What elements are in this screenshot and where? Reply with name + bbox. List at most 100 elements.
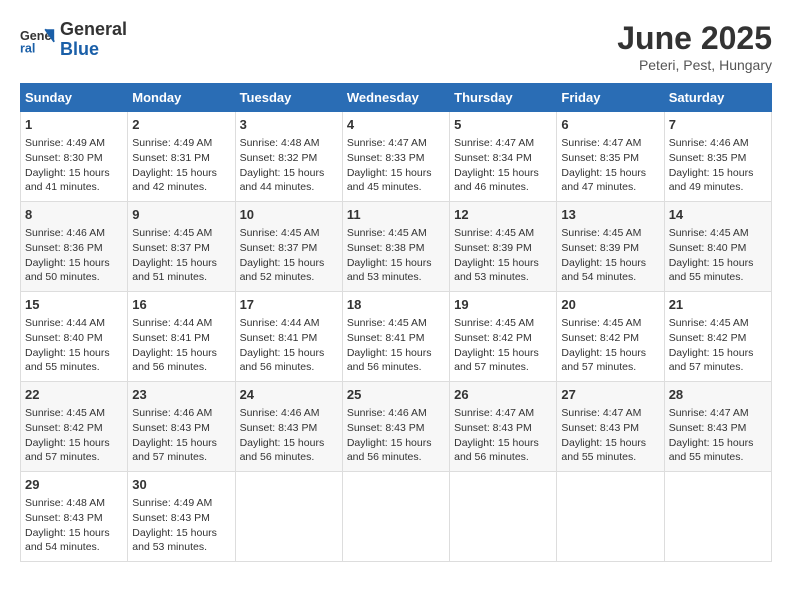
day-number: 4: [347, 116, 445, 134]
day-info: Sunset: 8:34 PM: [454, 151, 552, 166]
day-info: Sunset: 8:43 PM: [132, 511, 230, 526]
day-number: 22: [25, 386, 123, 404]
svg-text:ral: ral: [20, 41, 35, 55]
day-info: and 56 minutes.: [132, 360, 230, 375]
day-info: Sunrise: 4:47 AM: [454, 136, 552, 151]
day-info: and 42 minutes.: [132, 180, 230, 195]
calendar-cell: 22 Sunrise: 4:45 AMSunset: 8:42 PMDayligh…: [21, 382, 128, 472]
day-info: Daylight: 15 hours: [561, 436, 659, 451]
calendar-cell: [664, 472, 771, 562]
title-block: June 2025 Peteri, Pest, Hungary: [617, 20, 772, 73]
day-info: Daylight: 15 hours: [561, 256, 659, 271]
calendar-week-0: 1Sunrise: 4:49 AMSunset: 8:30 PMDaylight…: [21, 112, 772, 202]
day-info: Sunrise: 4:45 AM: [669, 316, 767, 331]
logo-line2: Blue: [60, 40, 127, 60]
calendar-cell: 10Sunrise: 4:45 AMSunset: 8:37 PMDayligh…: [235, 202, 342, 292]
day-info: Daylight: 15 hours: [240, 256, 338, 271]
day-info: Sunset: 8:41 PM: [240, 331, 338, 346]
day-info: Sunset: 8:39 PM: [561, 241, 659, 256]
day-info: Daylight: 15 hours: [25, 166, 123, 181]
day-info: and 53 minutes.: [347, 270, 445, 285]
day-info: and 56 minutes.: [347, 360, 445, 375]
day-info: Sunset: 8:42 PM: [669, 331, 767, 346]
day-info: Daylight: 15 hours: [454, 166, 552, 181]
col-thursday: Thursday: [450, 84, 557, 112]
day-info: Daylight: 15 hours: [561, 166, 659, 181]
day-info: Daylight: 15 hours: [561, 346, 659, 361]
day-number: 26: [454, 386, 552, 404]
day-info: Sunrise: 4:44 AM: [132, 316, 230, 331]
calendar-cell: 16Sunrise: 4:44 AMSunset: 8:41 PMDayligh…: [128, 292, 235, 382]
day-info: Sunrise: 4:45 AM: [669, 226, 767, 241]
day-info: and 57 minutes.: [561, 360, 659, 375]
calendar-cell: 13Sunrise: 4:45 AMSunset: 8:39 PMDayligh…: [557, 202, 664, 292]
day-info: Sunrise: 4:47 AM: [347, 136, 445, 151]
calendar-cell: 1Sunrise: 4:49 AMSunset: 8:30 PMDaylight…: [21, 112, 128, 202]
day-info: Sunset: 8:43 PM: [25, 511, 123, 526]
day-info: Daylight: 15 hours: [240, 346, 338, 361]
day-info: and 56 minutes.: [454, 450, 552, 465]
day-number: 24: [240, 386, 338, 404]
day-info: Daylight: 15 hours: [240, 166, 338, 181]
calendar-cell: 2Sunrise: 4:49 AMSunset: 8:31 PMDaylight…: [128, 112, 235, 202]
logo: Gene ral General Blue: [20, 20, 127, 60]
day-info: and 57 minutes.: [25, 450, 123, 465]
day-info: Sunset: 8:39 PM: [454, 241, 552, 256]
calendar-cell: 3Sunrise: 4:48 AMSunset: 8:32 PMDaylight…: [235, 112, 342, 202]
day-number: 21: [669, 296, 767, 314]
day-info: and 56 minutes.: [240, 450, 338, 465]
calendar-cell: 28Sunrise: 4:47 AMSunset: 8:43 PMDayligh…: [664, 382, 771, 472]
day-info: Daylight: 15 hours: [132, 346, 230, 361]
day-info: Sunrise: 4:48 AM: [240, 136, 338, 151]
day-number: 8: [25, 206, 123, 224]
calendar-cell: 14Sunrise: 4:45 AMSunset: 8:40 PMDayligh…: [664, 202, 771, 292]
day-number: 11: [347, 206, 445, 224]
day-number: 28: [669, 386, 767, 404]
day-number: 25: [347, 386, 445, 404]
day-number: 1: [25, 116, 123, 134]
col-saturday: Saturday: [664, 84, 771, 112]
day-info: Daylight: 15 hours: [669, 346, 767, 361]
day-info: and 45 minutes.: [347, 180, 445, 195]
calendar-week-2: 15Sunrise: 4:44 AMSunset: 8:40 PMDayligh…: [21, 292, 772, 382]
day-info: Daylight: 15 hours: [240, 436, 338, 451]
day-info: Sunrise: 4:47 AM: [669, 406, 767, 421]
day-info: Sunrise: 4:46 AM: [347, 406, 445, 421]
calendar-cell: [235, 472, 342, 562]
day-info: Sunrise: 4:45 AM: [347, 316, 445, 331]
calendar-cell: 23Sunrise: 4:46 AMSunset: 8:43 PMDayligh…: [128, 382, 235, 472]
day-info: Daylight: 15 hours: [669, 436, 767, 451]
page-header: Gene ral General Blue June 2025 Peteri, …: [20, 20, 772, 73]
day-info: Daylight: 15 hours: [25, 256, 123, 271]
calendar-week-1: 8Sunrise: 4:46 AMSunset: 8:36 PMDaylight…: [21, 202, 772, 292]
day-info: Daylight: 15 hours: [347, 166, 445, 181]
day-info: and 55 minutes.: [669, 270, 767, 285]
day-info: Sunset: 8:37 PM: [240, 241, 338, 256]
calendar-cell: 30Sunrise: 4:49 AMSunset: 8:43 PMDayligh…: [128, 472, 235, 562]
day-info: Daylight: 15 hours: [132, 166, 230, 181]
month-title: June 2025: [617, 20, 772, 57]
calendar-cell: 21 Sunrise: 4:45 AMSunset: 8:42 PMDayligh…: [664, 292, 771, 382]
calendar-cell: 24Sunrise: 4:46 AMSunset: 8:43 PMDayligh…: [235, 382, 342, 472]
day-number: 16: [132, 296, 230, 314]
col-tuesday: Tuesday: [235, 84, 342, 112]
day-info: Sunrise: 4:45 AM: [25, 406, 123, 421]
day-info: Daylight: 15 hours: [25, 436, 123, 451]
calendar-cell: [557, 472, 664, 562]
day-number: 23: [132, 386, 230, 404]
day-info: Sunset: 8:30 PM: [25, 151, 123, 166]
day-info: and 52 minutes.: [240, 270, 338, 285]
day-info: Sunrise: 4:45 AM: [132, 226, 230, 241]
day-info: Daylight: 15 hours: [454, 256, 552, 271]
day-info: Sunrise: 4:48 AM: [25, 496, 123, 511]
day-info: Sunset: 8:42 PM: [25, 421, 123, 436]
day-info: Daylight: 15 hours: [132, 256, 230, 271]
day-info: Daylight: 15 hours: [25, 346, 123, 361]
day-info: Sunrise: 4:45 AM: [561, 316, 659, 331]
day-info: and 57 minutes.: [454, 360, 552, 375]
calendar-cell: 27Sunrise: 4:47 AMSunset: 8:43 PMDayligh…: [557, 382, 664, 472]
day-info: Sunset: 8:43 PM: [240, 421, 338, 436]
day-info: and 53 minutes.: [132, 540, 230, 555]
header-row: Sunday Monday Tuesday Wednesday Thursday…: [21, 84, 772, 112]
col-wednesday: Wednesday: [342, 84, 449, 112]
